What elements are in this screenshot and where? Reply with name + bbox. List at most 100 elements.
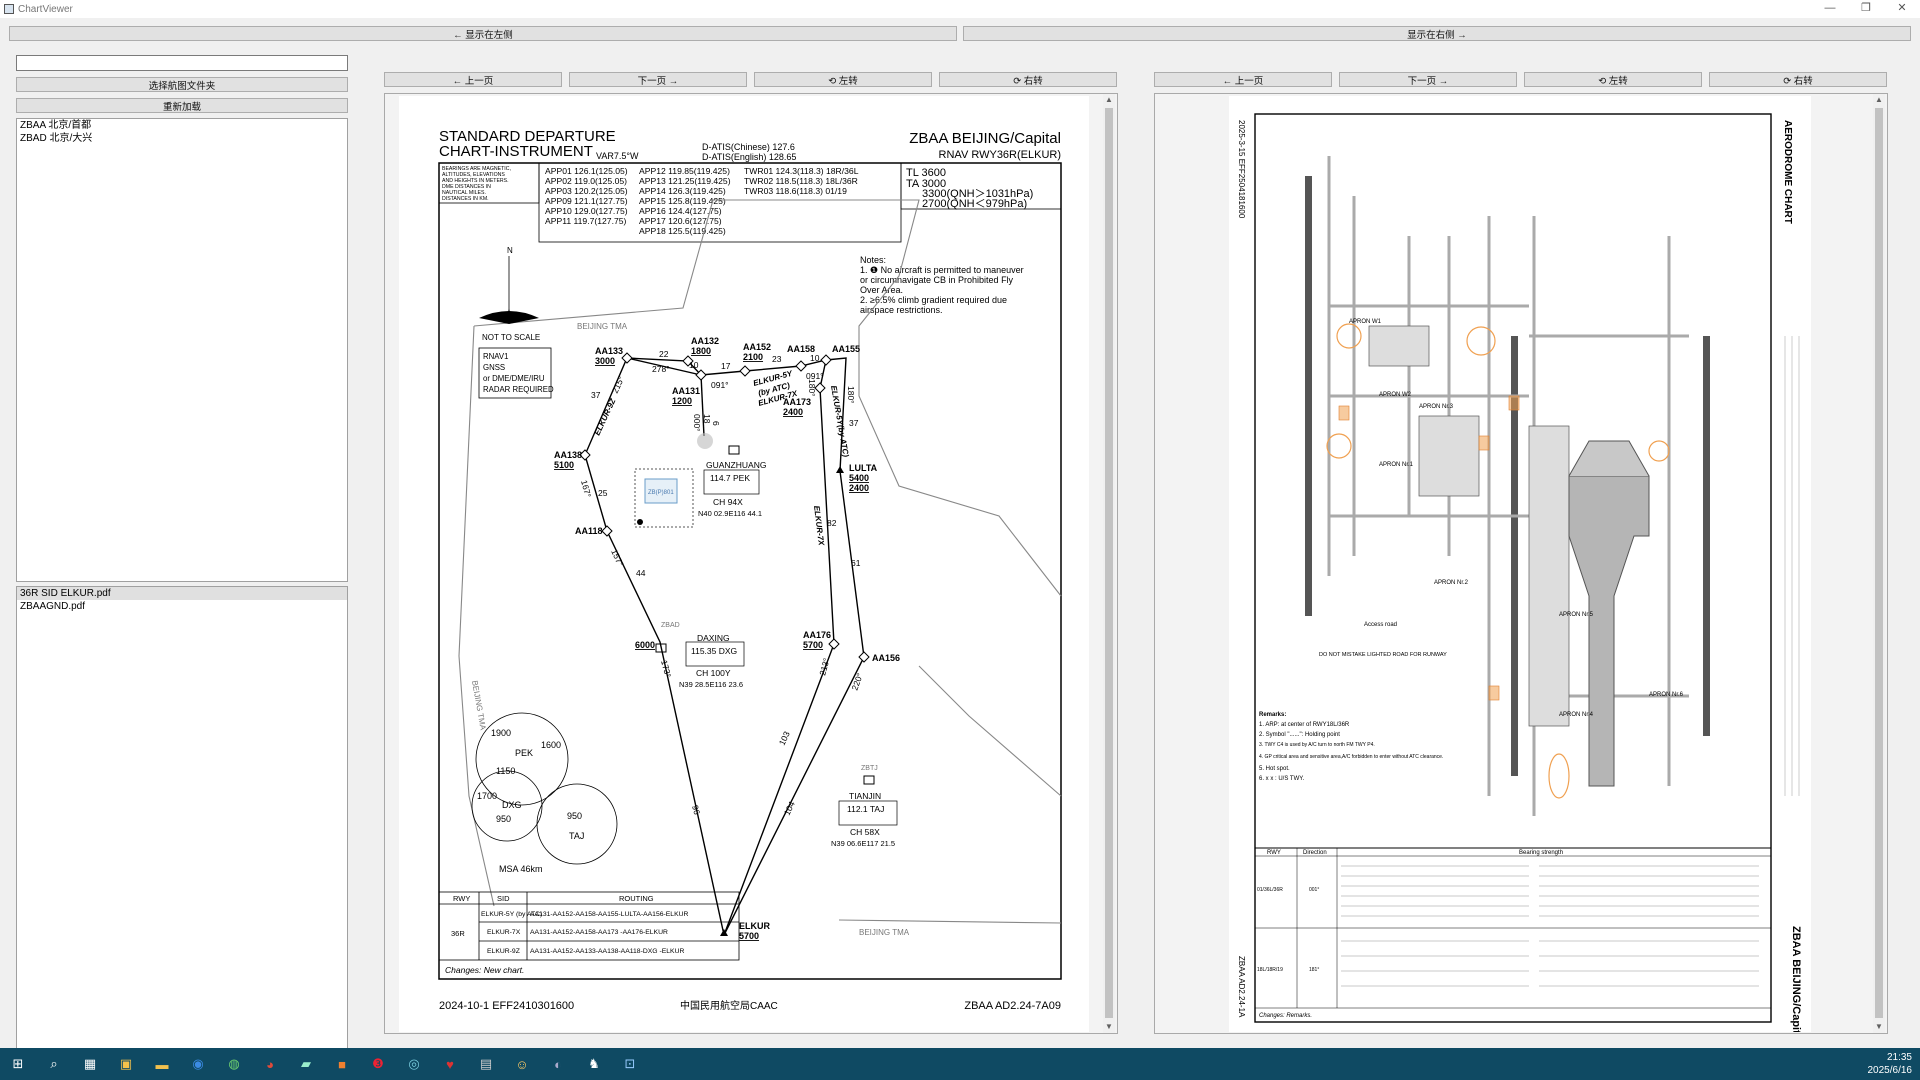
zbaa-airport-icon bbox=[697, 433, 713, 449]
tma-boundary bbox=[458, 199, 1062, 924]
terminal-t1 bbox=[1418, 415, 1480, 497]
waypoint-label: AA176 bbox=[803, 630, 831, 640]
right-rotate-left-button[interactable]: ⟲ 左转 bbox=[1524, 72, 1702, 87]
chrome-icon[interactable]: ◕ bbox=[260, 1054, 280, 1074]
sid-atis2: D-ATIS(English) 128.65 bbox=[702, 152, 796, 162]
system-clock[interactable]: 21:35 2025/6/16 bbox=[1868, 1051, 1913, 1077]
left-chart-viewer[interactable]: STANDARD DEPARTURE CHART-INSTRUMENT VAR7… bbox=[384, 93, 1118, 1034]
hotspot-icon bbox=[1466, 326, 1496, 356]
waypoint-alt: 1800 bbox=[691, 346, 711, 356]
remark-line: 5. Hot spot. bbox=[1259, 766, 1290, 772]
show-left-button[interactable]: ← 显示在左侧 bbox=[9, 26, 957, 41]
qnh-line: 2700(QNH＜979hPa) bbox=[922, 198, 1027, 210]
sid-atis1: D-ATIS(Chinese) 127.6 bbox=[702, 142, 795, 152]
outlook-icon[interactable]: ◉ bbox=[188, 1054, 208, 1074]
hotspot-icon bbox=[1548, 753, 1570, 799]
file-list[interactable]: 36R SID ELKUR.pdf ZBAAGND.pdf bbox=[16, 586, 348, 1049]
route-label: ELKUR-7X bbox=[812, 505, 826, 546]
rnav-line: GNSS bbox=[483, 363, 505, 372]
scroll-down-icon[interactable]: ▼ bbox=[1873, 1021, 1885, 1033]
waypoint-label: LULTA bbox=[849, 463, 878, 473]
navaid-channel: CH 100Y bbox=[696, 668, 731, 678]
wechat-icon[interactable]: ◍ bbox=[224, 1054, 244, 1074]
leg-distance: 10 bbox=[810, 353, 820, 363]
waypoint-aa158-icon bbox=[795, 360, 807, 372]
scroll-up-icon[interactable]: ▲ bbox=[1873, 94, 1885, 106]
freq-line: APP10 129.0(127.75) bbox=[545, 206, 628, 216]
right-vertical-scrollbar[interactable]: ▲ ▼ bbox=[1873, 94, 1885, 1033]
waypoint-label: AA133 bbox=[595, 346, 623, 356]
note-marker-icon bbox=[637, 519, 643, 525]
chartviewer-taskbar-icon[interactable]: ⊡ bbox=[620, 1054, 640, 1074]
footer-page-id: ZBAA AD2.24-7A09 bbox=[964, 1000, 1061, 1012]
close-icon[interactable]: ✕ bbox=[1884, 0, 1920, 18]
waypoint-lulta-icon bbox=[836, 466, 844, 473]
note-line: or circumnavigate CB in Prohibited Fly bbox=[860, 275, 1014, 285]
left-next-page-button[interactable]: 下一页 → bbox=[569, 72, 747, 87]
reload-button[interactable]: 重新加载 bbox=[16, 98, 348, 113]
right-prev-page-button[interactable]: ← 上一页 bbox=[1154, 72, 1332, 87]
navaid-name: GUANZHUANG bbox=[706, 460, 766, 470]
waypoint-label: AA155 bbox=[832, 344, 860, 354]
task-view-icon[interactable]: ▦ bbox=[80, 1054, 100, 1074]
waypoint-label: AA118 bbox=[575, 526, 603, 536]
store-icon[interactable]: ▣ bbox=[116, 1054, 136, 1074]
list-item[interactable]: ZBAD 北京/大兴 bbox=[17, 132, 347, 145]
file-explorer-icon[interactable]: ▬ bbox=[152, 1054, 172, 1074]
qq-icon[interactable]: ♞ bbox=[584, 1054, 604, 1074]
maximize-icon[interactable]: ❐ bbox=[1848, 0, 1884, 18]
left-prev-page-button[interactable]: ← 上一页 bbox=[384, 72, 562, 87]
list-item[interactable]: ZBAAGND.pdf bbox=[17, 600, 347, 613]
windows-start-icon[interactable]: ⊞ bbox=[8, 1054, 28, 1074]
right-next-page-button[interactable]: 下一页 → bbox=[1339, 72, 1517, 87]
left-rotate-right-button[interactable]: ⟳ 右转 bbox=[939, 72, 1117, 87]
left-rotate-left-button[interactable]: ⟲ 左转 bbox=[754, 72, 932, 87]
clock-time: 21:35 bbox=[1886, 1052, 1912, 1063]
leg-course: 091° bbox=[711, 380, 729, 390]
navaid-freq: 112.1 TAJ bbox=[847, 804, 884, 814]
hotspot-icon bbox=[1336, 323, 1362, 349]
left-vertical-scrollbar[interactable]: ▲ ▼ bbox=[1103, 94, 1115, 1033]
app-icon[interactable]: ◐ bbox=[548, 1054, 568, 1074]
msa-label: MSA 46km bbox=[499, 864, 543, 874]
table-header: SID bbox=[497, 894, 510, 903]
minimize-icon[interactable]: — bbox=[1812, 0, 1848, 18]
leg-distance: 103 bbox=[777, 730, 792, 747]
list-item[interactable]: 36R SID ELKUR.pdf bbox=[17, 587, 347, 600]
search-input[interactable] bbox=[16, 55, 348, 71]
app-icon[interactable]: ▤ bbox=[476, 1054, 496, 1074]
scroll-down-icon[interactable]: ▼ bbox=[1103, 1021, 1115, 1033]
navaid-pos: N39 06.6E117 21.5 bbox=[831, 839, 895, 848]
app-icon[interactable]: ♥ bbox=[440, 1054, 460, 1074]
scroll-up-icon[interactable]: ▲ bbox=[1103, 94, 1115, 106]
app-icon[interactable]: ■ bbox=[332, 1054, 352, 1074]
scroll-thumb[interactable] bbox=[1105, 108, 1113, 1018]
terminal-t3-north bbox=[1568, 440, 1650, 477]
list-item[interactable]: ZBAA 北京/首都 bbox=[17, 119, 347, 132]
right-chart-viewer[interactable]: AERODROME CHART ZBAA BEIJING/Capital ZBA… bbox=[1154, 93, 1888, 1034]
app-icon[interactable]: ❸ bbox=[368, 1054, 388, 1074]
vor-taj-icon bbox=[863, 775, 875, 785]
runway-01 bbox=[1703, 336, 1710, 736]
search-icon[interactable]: ⌕ bbox=[44, 1054, 64, 1074]
table-cell: ELKUR-7X bbox=[487, 929, 521, 936]
airport-list[interactable]: ZBAA 北京/首都 ZBAD 北京/大兴 bbox=[16, 118, 348, 582]
waypoint-label: AA138 bbox=[554, 450, 582, 460]
clock-date: 2025/6/16 bbox=[1867, 1065, 1913, 1076]
show-right-button[interactable]: 显示在右侧 → bbox=[963, 26, 1911, 41]
right-rotate-right-button[interactable]: ⟳ 右转 bbox=[1709, 72, 1887, 87]
app-icon[interactable]: ◎ bbox=[404, 1054, 424, 1074]
app-icon bbox=[4, 4, 14, 14]
freq-line: APP02 119.0(125.05) bbox=[545, 176, 627, 186]
apron-label: APRON W2 bbox=[1379, 392, 1412, 398]
leg-distance: 23 bbox=[772, 354, 782, 364]
warning-label: DO NOT MISTAKE LIGHTED ROAD FOR RUNWAY bbox=[1319, 652, 1447, 658]
app-icon[interactable]: ☺ bbox=[512, 1054, 532, 1074]
app-icon[interactable]: ▰ bbox=[296, 1054, 316, 1074]
freq-line: APP11 119.7(127.75) bbox=[545, 216, 627, 226]
select-folder-button[interactable]: 选择航图文件夹 bbox=[16, 77, 348, 92]
sid-chart: STANDARD DEPARTURE CHART-INSTRUMENT VAR7… bbox=[438, 128, 1062, 1012]
scroll-thumb[interactable] bbox=[1875, 108, 1883, 1018]
waypoint-aa133-icon bbox=[621, 352, 633, 364]
not-to-scale: NOT TO SCALE bbox=[482, 333, 540, 342]
